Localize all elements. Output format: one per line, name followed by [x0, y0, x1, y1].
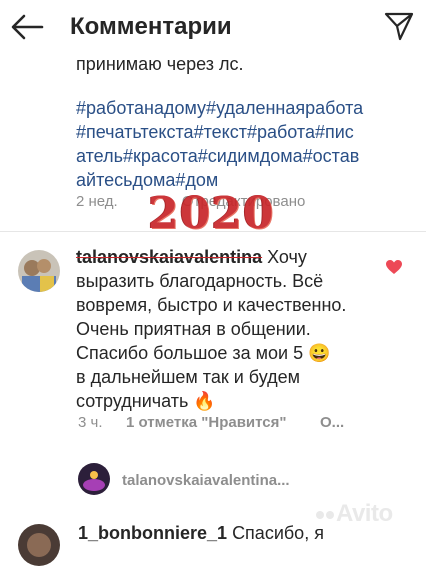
heart-icon[interactable] [386, 260, 402, 275]
avatar[interactable] [18, 250, 60, 292]
comment-text-line: вовремя, быстро и качественно. [76, 295, 347, 315]
comment-text-line: сотрудничать 🔥 [76, 391, 216, 411]
comment-text-line: Спасибо большое за мои 5 😀 [76, 343, 331, 363]
arrow-left-icon[interactable] [10, 12, 44, 42]
comment-time: 3 ч. [78, 414, 103, 431]
avatar[interactable] [18, 524, 60, 566]
next-comment: 1_bonbonniere_1 Спасибо, я [78, 523, 324, 544]
comment-username[interactable]: talanovskaiavalentina [76, 247, 262, 267]
likes-count-label: 1 отметка "Нравится" [126, 414, 287, 431]
hashtag-line[interactable]: атель#красота#сидимдома#остав [76, 144, 359, 168]
avito-logo-icon [316, 510, 324, 519]
next-comment-username[interactable]: 1_bonbonniere_1 [78, 523, 227, 543]
reply-label: О... [320, 414, 345, 431]
avatar[interactable] [78, 463, 110, 495]
likes-count[interactable]: 1 отметка "Нравится" [126, 414, 287, 431]
avito-logo-icon [326, 510, 334, 519]
comment-text-line: Хочу [267, 247, 307, 267]
caption-text: принимаю через лс. [76, 54, 244, 74]
paper-plane-icon[interactable] [384, 10, 414, 42]
reply-button[interactable]: О... [320, 414, 344, 431]
watermark-text: Avito [336, 500, 393, 527]
hashtag-line[interactable]: #печатьтекста#текст#работа#пис [76, 120, 354, 144]
divider [0, 231, 426, 232]
caption-time: 2 нед. [76, 193, 118, 210]
page-title: Комментарии [70, 13, 232, 40]
comment-text-line: в дальнейшем так и будем [76, 367, 300, 387]
comment-body: talanovskaiavalentina Хочу выразить благ… [76, 245, 376, 413]
reply-username[interactable]: talanovskaiavalentina... [122, 472, 290, 489]
avito-watermark: Avito [316, 500, 393, 528]
comment-text-line: Очень приятная в общении. [76, 319, 311, 339]
hashtag-line[interactable]: #работанадому#удаленнаяработа [76, 96, 363, 120]
comment-text-line: выразить благодарность. Всё [76, 271, 324, 291]
next-comment-text: Спасибо, я [232, 523, 324, 543]
top-bar: Комментарии [0, 0, 426, 54]
